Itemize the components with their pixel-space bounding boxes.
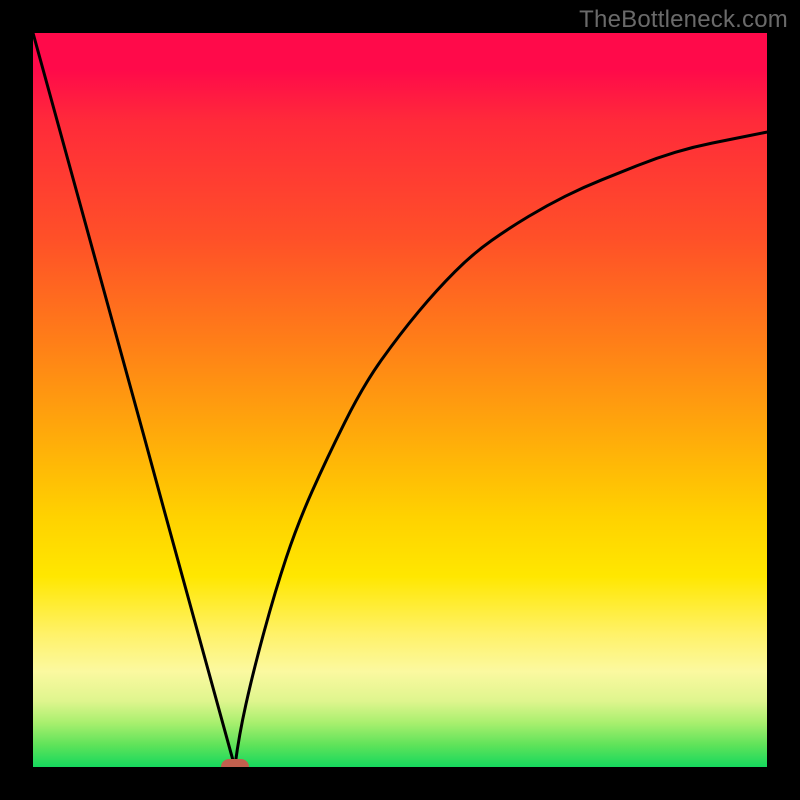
optimum-marker [221, 759, 249, 767]
plot-area [33, 33, 767, 767]
bottleneck-curve [33, 33, 767, 767]
watermark-text: TheBottleneck.com [579, 6, 788, 34]
chart-frame: TheBottleneck.com [0, 0, 800, 800]
curve-layer [33, 33, 767, 767]
